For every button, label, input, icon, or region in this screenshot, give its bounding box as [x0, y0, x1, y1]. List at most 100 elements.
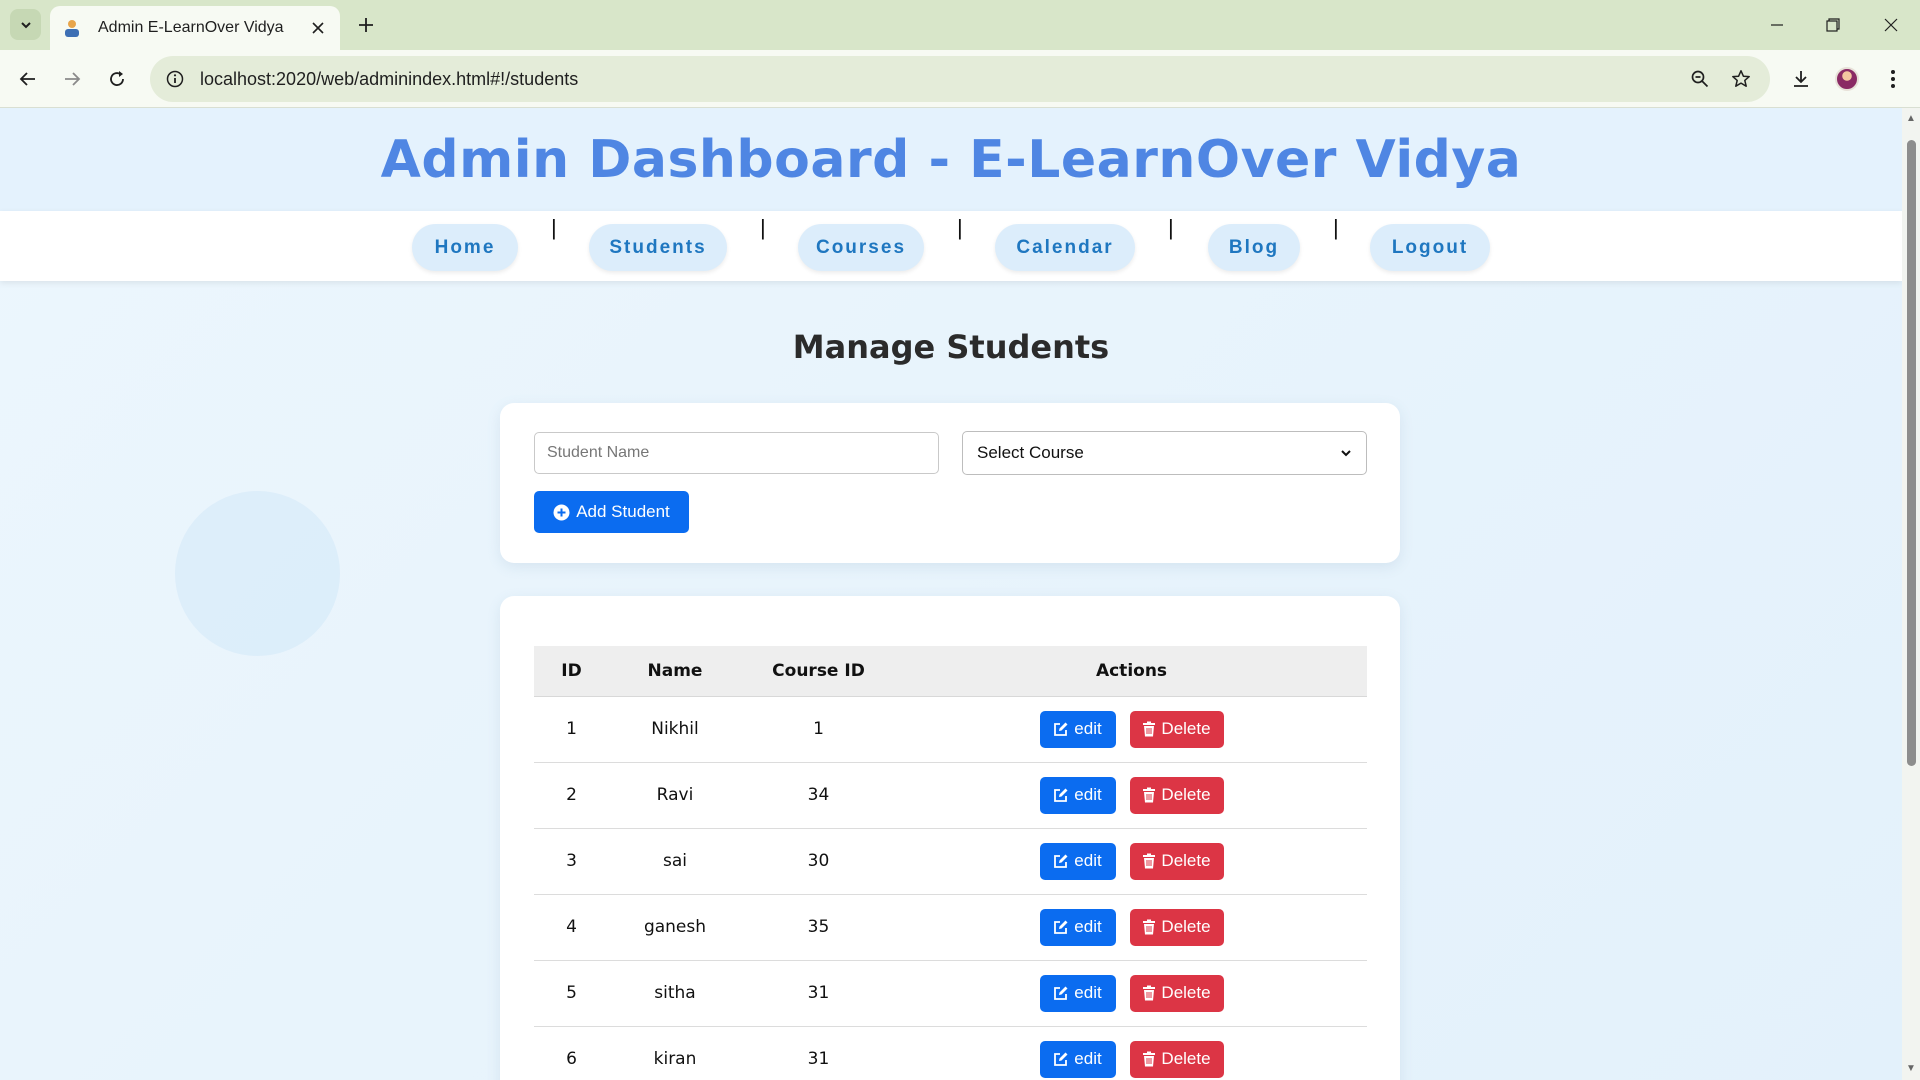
delete-button[interactable]: Delete — [1129, 710, 1224, 748]
bookmark-star-icon[interactable] — [1725, 63, 1757, 95]
delete-label: Delete — [1161, 785, 1211, 804]
browser-toolbar: localhost:2020/web/adminindex.html#!/stu… — [0, 50, 1920, 108]
edit-button[interactable]: edit — [1039, 908, 1116, 946]
cell-id: 1 — [534, 696, 609, 763]
delete-label: Delete — [1161, 983, 1211, 1002]
add-student-label: Add Student — [576, 502, 670, 521]
zoom-icon[interactable] — [1684, 63, 1716, 95]
cell-name: Ravi — [609, 762, 741, 829]
edit-label: edit — [1074, 719, 1102, 738]
restore-button[interactable] — [1818, 10, 1848, 40]
cell-name: kiran — [609, 1026, 741, 1080]
minimize-icon — [1771, 24, 1783, 26]
student-name-input[interactable] — [534, 432, 939, 474]
trash-icon — [1143, 721, 1156, 737]
minimize-button[interactable] — [1762, 10, 1792, 40]
delete-button[interactable]: Delete — [1129, 776, 1224, 814]
edit-label: edit — [1074, 1049, 1102, 1068]
edit-button[interactable]: edit — [1039, 776, 1116, 814]
nav-calendar[interactable]: Calendar — [995, 224, 1135, 271]
plus-icon — [359, 18, 373, 32]
browser-menu-button[interactable] — [1877, 63, 1909, 95]
table-row: 2 Ravi 34 edit Delete — [534, 762, 1367, 829]
delete-button[interactable]: Delete — [1129, 842, 1224, 880]
forward-button[interactable] — [56, 63, 88, 95]
table-row: 6 kiran 31 edit Delete — [534, 1026, 1367, 1080]
delete-label: Delete — [1161, 851, 1211, 870]
students-table-body: 1 Nikhil 1 edit Delete 2 Ravi 34 edit Delete 3 sai 3… — [534, 696, 1367, 1080]
cell-actions: edit Delete — [896, 894, 1367, 961]
tab-search-button[interactable] — [10, 9, 41, 40]
nav-separator: | — [957, 215, 963, 240]
edit-label: edit — [1074, 983, 1102, 1002]
edit-button[interactable]: edit — [1039, 842, 1116, 880]
nav-blog[interactable]: Blog — [1208, 224, 1300, 271]
arrow-right-icon — [65, 72, 81, 86]
nav-logout[interactable]: Logout — [1370, 224, 1490, 271]
trash-icon — [1143, 1051, 1156, 1067]
address-bar[interactable]: localhost:2020/web/adminindex.html#!/stu… — [150, 56, 1770, 102]
profile-button[interactable] — [1831, 63, 1863, 95]
add-student-card: Select Course Add Student — [500, 403, 1400, 563]
site-title: Admin Dashboard - E-LearnOver Vidya — [380, 129, 1522, 190]
cell-id: 3 — [534, 828, 609, 895]
table-row: 4 ganesh 35 edit Delete — [534, 894, 1367, 961]
trash-icon — [1143, 853, 1156, 869]
url-text[interactable]: localhost:2020/web/adminindex.html#!/stu… — [200, 69, 578, 90]
downloads-button[interactable] — [1785, 63, 1817, 95]
cell-name: sitha — [609, 960, 741, 1027]
delete-button[interactable]: Delete — [1129, 974, 1224, 1012]
scroll-down-arrow[interactable]: ▼ — [1906, 1064, 1916, 1074]
close-tab-icon[interactable] — [308, 18, 328, 38]
nav-home[interactable]: Home — [412, 224, 518, 271]
column-header-actions: Actions — [896, 646, 1367, 697]
edit-icon — [1054, 986, 1068, 1000]
close-window-button[interactable] — [1876, 10, 1906, 40]
add-student-button[interactable]: Add Student — [534, 491, 689, 533]
tab-title: Admin E-LearnOver Vidya — [98, 19, 284, 36]
edit-label: edit — [1074, 851, 1102, 870]
site-info-icon[interactable] — [164, 68, 186, 90]
chevron-down-icon — [20, 21, 31, 28]
delete-button[interactable]: Delete — [1129, 1040, 1224, 1078]
delete-label: Delete — [1161, 719, 1211, 738]
edit-icon — [1054, 854, 1068, 868]
cell-actions: edit Delete — [896, 762, 1367, 829]
nav-students[interactable]: Students — [589, 224, 727, 271]
course-select[interactable]: Select Course — [962, 431, 1367, 475]
trash-icon — [1143, 985, 1156, 1001]
close-icon — [1884, 18, 1898, 32]
cell-actions: edit Delete — [896, 1026, 1367, 1080]
cell-course-id: 1 — [741, 696, 896, 763]
plus-circle-icon — [553, 504, 570, 520]
nav-separator: | — [1333, 215, 1339, 240]
edit-button[interactable]: edit — [1039, 1040, 1116, 1078]
edit-label: edit — [1074, 785, 1102, 804]
scroll-up-arrow[interactable]: ▲ — [1906, 114, 1916, 124]
edit-button[interactable]: edit — [1039, 710, 1116, 748]
page-scrollbar[interactable]: ▲ ▼ — [1902, 108, 1920, 1080]
cell-course-id: 31 — [741, 1026, 896, 1080]
nav-courses[interactable]: Courses — [798, 224, 924, 271]
arrow-left-icon — [19, 72, 35, 86]
column-header-id: ID — [534, 646, 609, 697]
delete-label: Delete — [1161, 1049, 1211, 1068]
download-icon — [1794, 71, 1808, 87]
browser-tab[interactable]: Admin E-LearnOver Vidya — [50, 6, 340, 50]
favicon-icon — [65, 20, 79, 37]
edit-button[interactable]: edit — [1039, 974, 1116, 1012]
scrollbar-thumb[interactable] — [1907, 140, 1916, 766]
edit-icon — [1054, 788, 1068, 802]
page-viewport: Admin Dashboard - E-LearnOver Vidya Home… — [0, 108, 1902, 1080]
reload-button[interactable] — [101, 63, 133, 95]
table-row: 1 Nikhil 1 edit Delete — [534, 696, 1367, 763]
new-tab-button[interactable] — [354, 13, 378, 37]
delete-button[interactable]: Delete — [1129, 908, 1224, 946]
cell-name: ganesh — [609, 894, 741, 961]
back-button[interactable] — [12, 63, 44, 95]
browser-tabstrip: Admin E-LearnOver Vidya — [0, 0, 1920, 50]
cell-course-id: 35 — [741, 894, 896, 961]
edit-icon — [1054, 920, 1068, 934]
avatar — [1835, 67, 1859, 91]
trash-icon — [1143, 787, 1156, 803]
